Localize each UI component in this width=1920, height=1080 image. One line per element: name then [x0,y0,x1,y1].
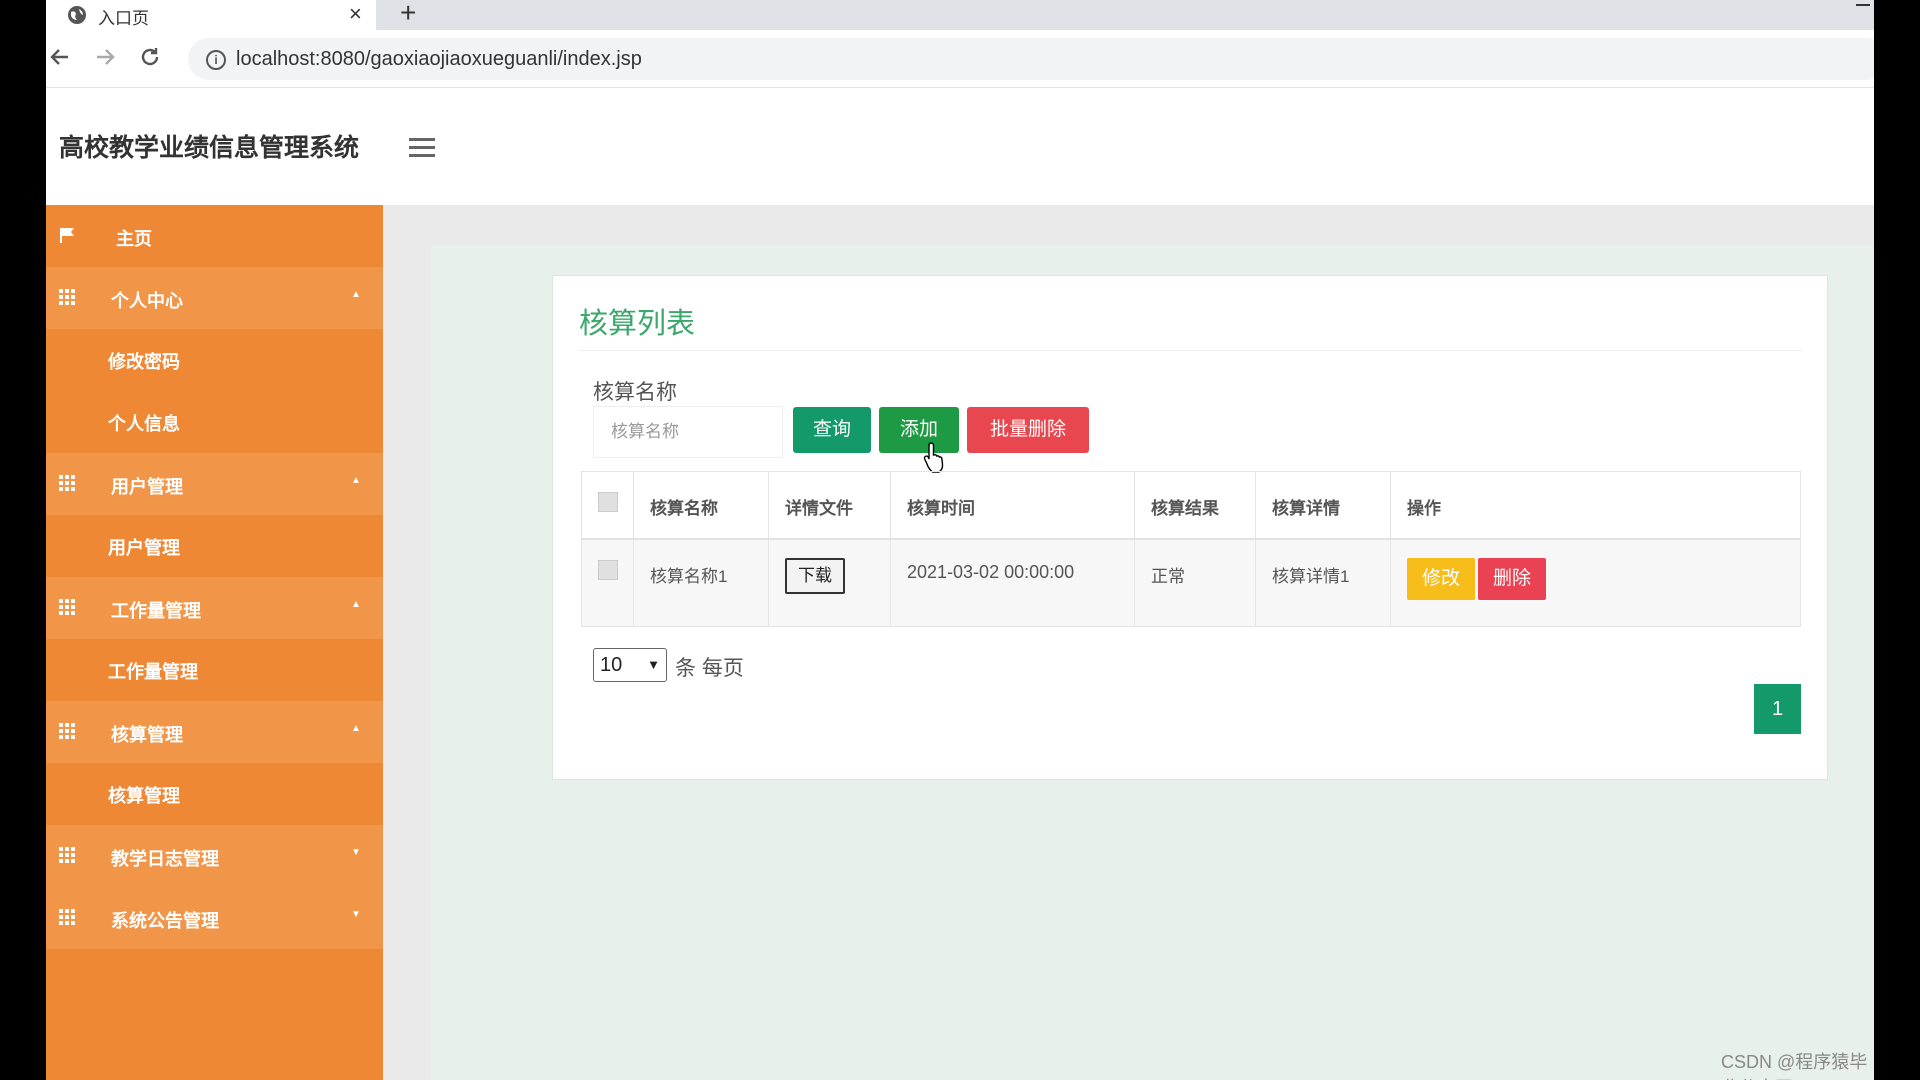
menu-toggle-icon[interactable] [409,138,435,158]
query-button[interactable]: 查询 [793,407,871,453]
cell-detail: 核算详情1 [1256,540,1391,626]
info-icon[interactable]: i [206,50,226,70]
grid-icon [59,289,77,305]
sidebar-item-accounting-management[interactable]: 核算管理 [46,763,383,825]
cell-file: 下载 [769,540,891,626]
new-tab-button[interactable]: + [400,0,416,28]
column-header: 详情文件 [769,472,891,538]
grid-icon [59,723,77,739]
cell-time: 2021-03-02 00:00:00 [891,540,1135,626]
sidebar-item-label: 用户管理 [111,477,183,497]
table-header: 核算名称 详情文件 核算时间 核算结果 核算详情 操作 [582,472,1800,540]
caret-up-icon: ▲ [351,723,361,734]
cell-name: 核算名称1 [634,540,769,626]
browser-window: 入口页 × + i localhost:8080/gaoxiaojiaoxueg… [46,0,1874,1080]
accounting-list-panel: 核算列表 核算名称 核算名称 查询 添加 批量删除 核算名称 详情文件 核算时间… [552,275,1828,780]
sidebar-item-label: 个人中心 [111,291,183,311]
address-bar: i localhost:8080/gaoxiaojiaoxueguanli/in… [46,30,1874,88]
sidebar-item-label: 工作量管理 [108,662,198,682]
column-header: 核算详情 [1256,472,1391,538]
sidebar-item-label: 教学日志管理 [111,849,219,869]
sidebar-group-accounting[interactable]: 核算管理 ▲ [46,701,383,763]
column-header: 操作 [1407,499,1441,518]
arrow-right-icon [97,49,115,65]
column-header: 核算结果 [1135,472,1256,538]
sidebar: 主页 个人中心 ▲ 修改密码 个人信息 用户管理 ▲ 用户管理 工作量管理 ▲ … [46,205,383,1080]
sidebar-item-label: 工作量管理 [111,601,201,621]
tab-bar: 入口页 × + [46,0,1874,30]
url-text[interactable]: localhost:8080/gaoxiaojiaoxueguanli/inde… [236,48,642,71]
caret-up-icon: ▲ [351,475,361,486]
forward-button[interactable] [91,45,119,73]
minimize-icon[interactable] [1856,4,1870,6]
column-header: 核算时间 [891,472,1135,538]
caret-down-icon: ▼ [351,847,361,858]
search-label: 核算名称 [593,381,677,404]
browser-tab[interactable]: 入口页 × [46,0,376,30]
page-size-label: 条 每页 [675,657,744,680]
sidebar-group-workload[interactable]: 工作量管理 ▲ [46,577,383,639]
sidebar-item-label: 个人信息 [108,414,180,434]
header-select-all[interactable] [582,472,634,538]
sidebar-group-announcements[interactable]: 系统公告管理 ▼ [46,887,383,949]
row-select[interactable] [582,540,634,626]
sidebar-group-users[interactable]: 用户管理 ▲ [46,453,383,515]
sidebar-item-home[interactable]: 主页 [46,205,383,267]
app-header: 高校教学业绩信息管理系统 [46,88,1874,205]
cell-actions: 修改 删除 [1391,540,1600,626]
sidebar-item-label: 系统公告管理 [111,911,219,931]
sidebar-group-teaching-log[interactable]: 教学日志管理 ▼ [46,825,383,887]
close-tab-icon[interactable]: × [349,1,362,27]
sidebar-item-workload-management[interactable]: 工作量管理 [46,639,383,701]
chevron-down-icon: ▼ [647,657,660,672]
app-title: 高校教学业绩信息管理系统 [59,134,360,162]
tab-title: 入口页 [98,9,149,28]
page-number-button[interactable]: 1 [1754,684,1801,734]
table-row: 核算名称1 下载 2021-03-02 00:00:00 正常 核算详情1 修改… [582,540,1800,626]
grid-icon [59,475,77,491]
batch-delete-button[interactable]: 批量删除 [967,407,1089,453]
reload-icon [141,48,159,66]
caret-up-icon: ▲ [351,599,361,610]
row-checkbox[interactable] [598,560,618,580]
page-size-select[interactable]: 10 ▼ [593,648,667,682]
sidebar-item-user-management[interactable]: 用户管理 [46,515,383,577]
sidebar-item-label: 修改密码 [108,352,180,372]
caret-up-icon: ▲ [351,289,361,300]
watermark: CSDN @程序猿毕业分享网 [1721,1052,1868,1080]
select-all-checkbox[interactable] [598,492,618,512]
panel-title: 核算列表 [579,308,696,340]
sidebar-item-label: 主页 [116,229,152,249]
sidebar-item-label: 核算管理 [108,786,180,806]
page-size-value: 10 [600,654,623,676]
accounting-table: 核算名称 详情文件 核算时间 核算结果 核算详情 操作 核算名称1 下载 202… [581,471,1801,627]
grid-icon [59,599,77,615]
grid-icon [59,909,77,925]
cell-result: 正常 [1135,540,1256,626]
reload-button[interactable] [136,45,164,73]
download-button[interactable]: 下载 [785,558,845,594]
edit-button[interactable]: 修改 [1407,558,1475,600]
search-input[interactable]: 核算名称 [593,406,783,458]
caret-down-icon: ▼ [351,909,361,920]
sidebar-item-personal-info[interactable]: 个人信息 [46,391,383,453]
delete-button[interactable]: 删除 [1478,558,1546,600]
sidebar-item-label: 用户管理 [108,538,180,558]
sidebar-group-personal[interactable]: 个人中心 ▲ [46,267,383,329]
arrow-left-icon [50,49,68,65]
flag-icon [60,228,74,243]
sidebar-item-label: 核算管理 [111,725,183,745]
back-button[interactable] [46,45,74,73]
hand-cursor-icon [923,442,944,473]
column-header: 核算名称 [634,472,769,538]
globe-icon [68,6,86,24]
divider [579,350,1803,351]
sidebar-item-change-password[interactable]: 修改密码 [46,329,383,391]
grid-icon [59,847,77,863]
